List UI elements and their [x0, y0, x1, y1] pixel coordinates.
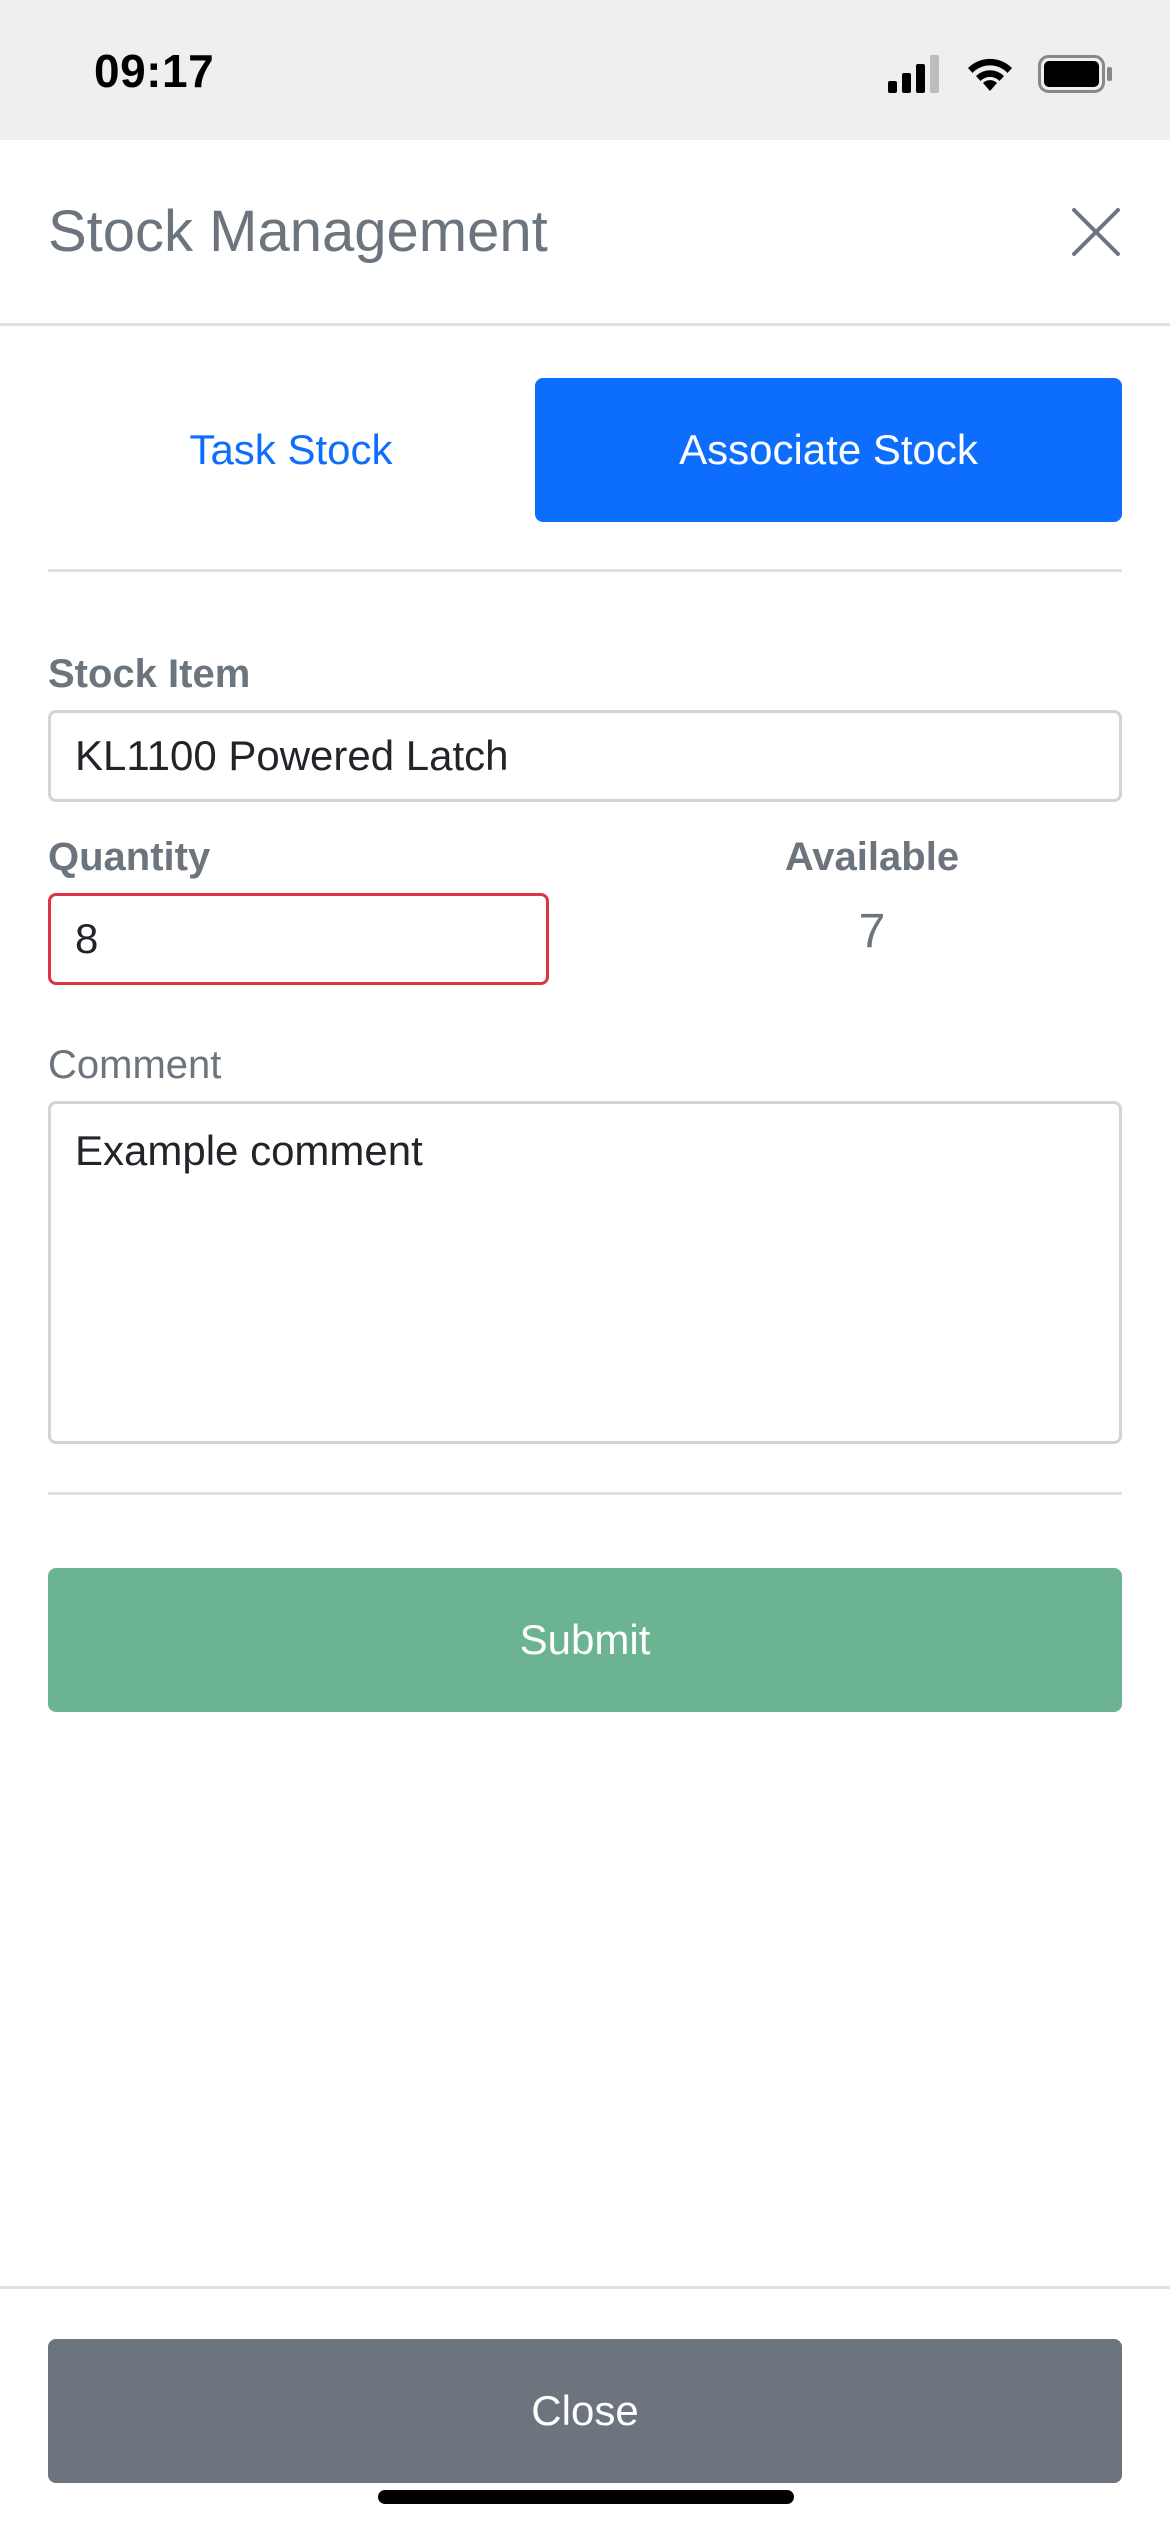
comment-label: Comment [48, 1043, 222, 1087]
stock-item-label: Stock Item [48, 652, 251, 696]
battery-icon [1038, 55, 1112, 93]
close-button[interactable]: Close [48, 2339, 1122, 2483]
modal-title: Stock Management [48, 199, 548, 264]
tabs-divider [48, 569, 1122, 572]
tab-associate-stock[interactable]: Associate Stock [535, 378, 1122, 522]
home-indicator [378, 2490, 794, 2504]
comment-textarea[interactable]: Example comment [48, 1101, 1122, 1444]
available-label: Available [784, 835, 960, 879]
submit-button[interactable]: Submit [48, 1568, 1122, 1712]
status-bar: 09:17 [0, 0, 1170, 140]
wifi-icon [968, 58, 1012, 91]
quantity-label: Quantity [48, 835, 211, 879]
quantity-input[interactable] [48, 893, 549, 985]
status-icons [888, 52, 1114, 96]
stock-item-field[interactable] [48, 710, 1122, 802]
modal-header: Stock Management [0, 140, 1170, 326]
status-time: 09:17 [94, 45, 215, 97]
close-icon[interactable] [1066, 202, 1126, 262]
footer-divider [0, 2286, 1170, 2289]
signal-icon [888, 55, 939, 93]
available-value: 7 [858, 905, 886, 958]
stock-tabs: Task Stock Associate Stock [48, 378, 1122, 522]
tab-task-stock[interactable]: Task Stock [48, 378, 534, 522]
form-divider [48, 1492, 1122, 1495]
